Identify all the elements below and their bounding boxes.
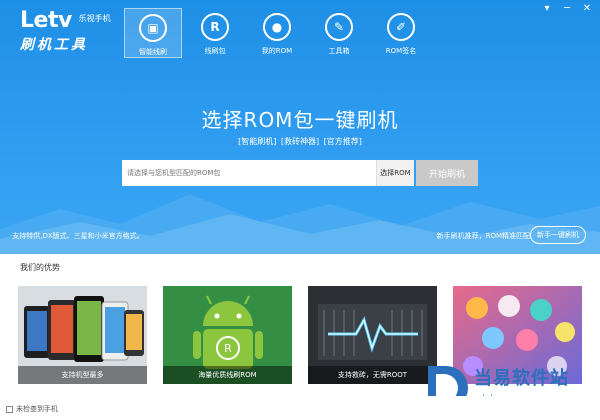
close-button[interactable]: ✕ [580, 2, 594, 14]
rom-package-icon: R [201, 13, 229, 41]
status-bar: 未检查到手机 [0, 396, 600, 420]
logo-name: 刷机工具 [20, 37, 88, 53]
phone-status-checkbox[interactable] [6, 405, 13, 413]
main-nav: ▣ 智能线刷 R 线刷包 ● 我的ROM ✎ 工具箱 ✐ ROM签名 [124, 8, 434, 58]
logo-sub: 乐视手机 [78, 14, 111, 23]
nav-item-toolbox[interactable]: ✎ 工具箱 [310, 8, 368, 58]
tag-unbrick: [救砖神器] [280, 137, 320, 146]
header-panel: ▾ ─ ✕ Letv 乐视手机 刷机工具 ▣ 智能线刷 R 线刷包 ● 我的RO… [0, 0, 600, 254]
newbie-flash-button[interactable]: 新手一键刷机 [530, 226, 586, 244]
menu-button[interactable]: ▾ [540, 2, 554, 14]
card-unbrick[interactable]: 支持救砖，无需ROOT [308, 286, 437, 384]
card-caption: 支持机型最多 [18, 366, 147, 384]
wrench-icon: ✎ [325, 13, 353, 41]
phone-status: 未检查到手机 [6, 404, 58, 414]
tag-official: [官方推荐] [323, 137, 362, 146]
start-flash-button[interactable]: 开始刷机 [416, 160, 478, 186]
nav-label: ROM签名 [385, 47, 417, 55]
recommend-text: 新手刷机推荐，ROM精准匹配 [436, 232, 530, 240]
svg-text:R: R [224, 342, 232, 355]
pen-icon: ✐ [387, 13, 415, 41]
user-icon: ● [263, 13, 291, 41]
advantages-title: 我们的优势 [20, 263, 60, 272]
nav-label: 线刷包 [204, 47, 226, 55]
card-caption: 支持救砖，无需ROOT [308, 366, 437, 384]
nav-item-smart-flash[interactable]: ▣ 智能线刷 [124, 8, 182, 58]
smart-flash-icon: ▣ [139, 14, 167, 42]
nav-label: 工具箱 [328, 47, 350, 55]
rom-path-input[interactable] [122, 160, 376, 186]
choose-rom-button[interactable]: 选择ROM [376, 160, 414, 186]
app-logo: Letv 乐视手机 刷机工具 [20, 10, 120, 54]
card-caption: 海量优质线刷ROM [163, 366, 292, 384]
logo-brand: Letv [20, 8, 72, 33]
support-note: ·支持特供,DX版式、三星和小米官方格式。 [10, 232, 144, 240]
nav-label: 智能线刷 [139, 48, 167, 56]
window-controls: ▾ ─ ✕ [540, 2, 594, 14]
card-android[interactable]: R 海量优质线刷ROM [163, 286, 292, 384]
nav-item-rom-sign[interactable]: ✐ ROM签名 [372, 8, 430, 58]
nav-item-rom-package[interactable]: R 线刷包 [186, 8, 244, 58]
nav-label: 我的ROM [261, 47, 293, 55]
phone-status-label: 未检查到手机 [16, 405, 58, 413]
mountain-background [0, 194, 600, 254]
hero-tags: [智能刷机] [救砖神器] [官方推荐] [0, 136, 600, 147]
minimize-button[interactable]: ─ [560, 2, 574, 14]
card-devices[interactable]: 支持机型最多 [18, 286, 147, 384]
nav-item-my-rom[interactable]: ● 我的ROM [248, 8, 306, 58]
tag-smart-flash: [智能刷机] [238, 137, 277, 146]
hero-headline: 选择ROM包一键刷机 [201, 108, 399, 132]
watermark-text: 当易软件站 [474, 368, 569, 389]
rom-search-bar: 选择ROM 开始刷机 [122, 160, 478, 186]
